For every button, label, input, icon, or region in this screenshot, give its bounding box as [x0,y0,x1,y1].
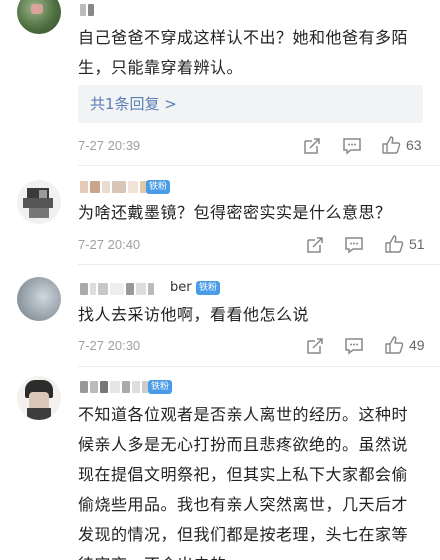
divider [78,366,440,367]
fan-badge: 铁粉 [196,281,221,295]
reply-preview[interactable]: 共1条回复 > [78,85,423,123]
comment-text: 为啥还戴墨镜？包得密密实实是什么意思？ [78,203,392,222]
username-redacted[interactable] [80,181,150,193]
username-visible[interactable]: ber [170,280,192,295]
fan-badge: 铁粉 [146,180,171,194]
comment-text: 找人去采访他啊，看看他怎么说 [78,305,310,324]
like-icon[interactable] [384,335,404,355]
like-count: 49 [409,337,425,353]
comment-text: 不知道各位观者是否亲人离世的经历。这种时候亲人多是无心打扮而且悲疼欲绝的。虽然说… [78,405,409,560]
timestamp: 7-27 20:40 [78,237,141,252]
username-redacted[interactable] [80,4,94,16]
comment-text: 自己爸爸不穿成这样认不出？她和他爸有多陌生，只能靠穿着辨认。 [78,28,409,77]
timestamp: 7-27 20:39 [78,138,141,153]
timestamp: 7-27 20:30 [78,338,141,353]
avatar[interactable] [17,277,61,321]
username-redacted[interactable] [80,283,154,295]
username-redacted[interactable] [80,381,148,393]
divider [78,165,440,166]
share-icon[interactable] [305,336,325,356]
reply-count-link[interactable]: 共1条回复 > [90,85,177,123]
avatar[interactable] [17,0,61,34]
like-icon[interactable] [384,234,404,254]
like-count: 51 [409,236,425,252]
like-count: 63 [406,137,422,153]
share-icon[interactable] [305,235,325,255]
comment-icon[interactable] [344,235,364,255]
comment-icon[interactable] [344,336,364,356]
avatar[interactable] [17,180,61,224]
fan-badge: 铁粉 [148,380,173,394]
avatar[interactable] [17,376,61,420]
comment-icon[interactable] [342,136,362,156]
divider [78,264,440,265]
like-icon[interactable] [381,135,401,155]
share-icon[interactable] [302,136,322,156]
